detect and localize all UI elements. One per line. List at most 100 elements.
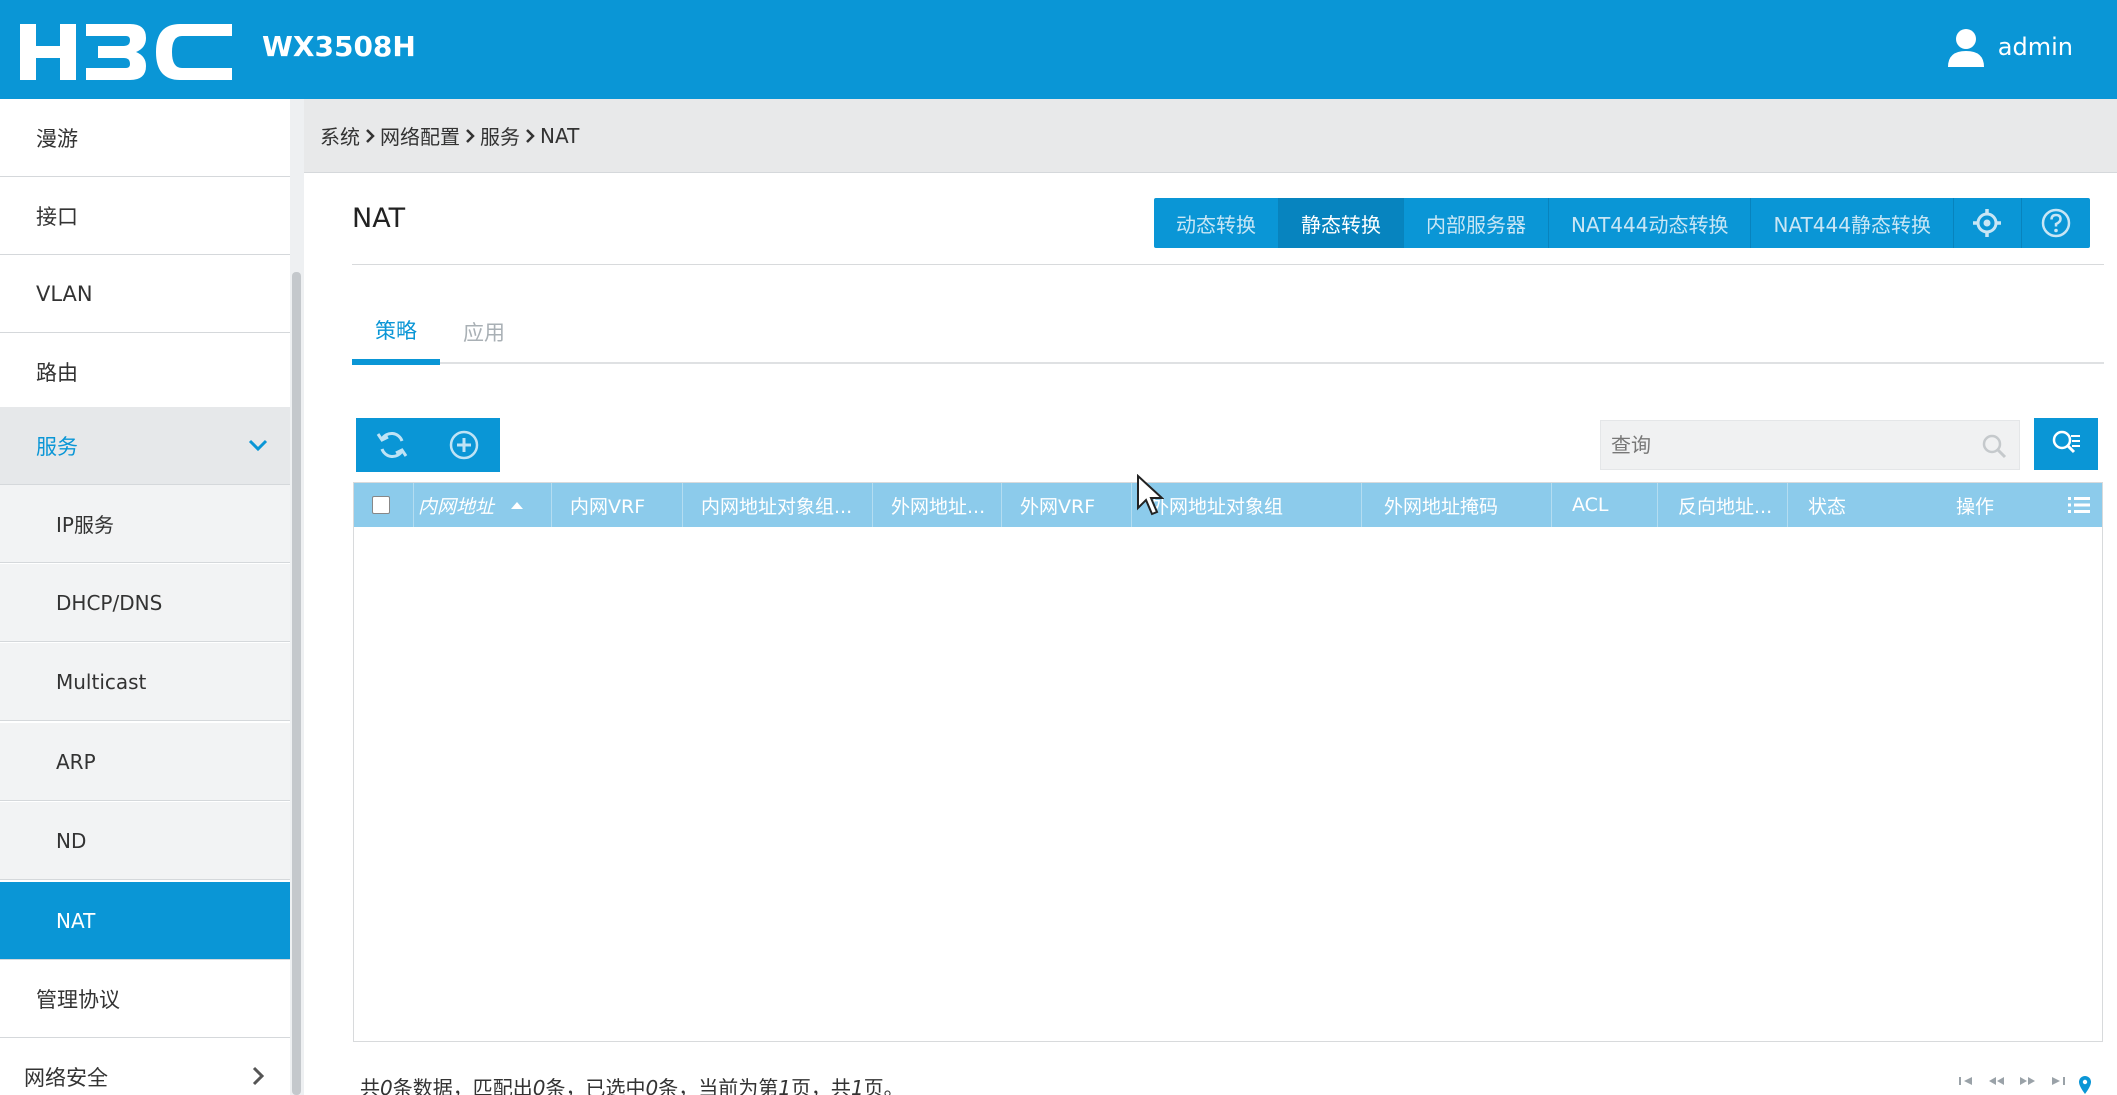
chevron-right-icon (366, 128, 375, 143)
search-icon[interactable] (1981, 433, 2007, 459)
column-header-outer-address-mask[interactable]: 外网地址掩码 (1362, 483, 1552, 527)
table-toolbar (356, 418, 500, 472)
chevron-right-icon (252, 1066, 265, 1086)
tab-bar: 策略 应用 (352, 300, 2104, 365)
gear-icon (1973, 209, 2002, 237)
prev-page-icon[interactable] (1986, 1074, 2008, 1088)
settings-button[interactable] (1954, 198, 2022, 248)
top-header: WX3508H admin (0, 0, 2117, 99)
column-label: 内网VRF (570, 495, 646, 518)
column-label: 内网地址对象组... (701, 495, 853, 518)
mouse-cursor-icon (1137, 474, 1164, 516)
column-label: 外网VRF (1020, 495, 1096, 518)
advanced-search-button[interactable] (2034, 418, 2098, 470)
sidebar-scrollbar-thumb[interactable] (292, 272, 301, 1095)
help-button[interactable] (2022, 198, 2090, 248)
breadcrumb-item-network-config[interactable]: 网络配置 (380, 121, 460, 150)
breadcrumb: 系统 网络配置 服务 NAT (304, 99, 2117, 173)
nat444-dynamic-button[interactable]: NAT444动态转换 (1549, 198, 1752, 248)
page-title: NAT (352, 203, 406, 234)
tab-policy[interactable]: 策略 (352, 300, 440, 365)
sidebar-item-label: NAT (56, 908, 96, 933)
column-settings-icon[interactable] (2066, 493, 2092, 517)
sidebar-item-label: Multicast (56, 669, 147, 694)
device-model: WX3508H (262, 30, 416, 63)
column-label: 内网地址 (418, 495, 495, 518)
dynamic-translation-button[interactable]: 动态转换 (1154, 198, 1279, 248)
sidebar-item-routing[interactable]: 路由 (0, 333, 290, 411)
first-page-icon[interactable] (1956, 1074, 1978, 1088)
chevron-right-icon (526, 128, 535, 143)
column-label: 外网地址... (891, 495, 986, 518)
sidebar-item-label: ARP (56, 749, 96, 774)
sidebar-item-roaming[interactable]: 漫游 (0, 99, 290, 177)
column-header-inner-address[interactable]: 内网地址 (414, 483, 552, 527)
sidebar-item-management-protocols[interactable]: 管理协议 (0, 960, 290, 1038)
nat-policy-table: 内网地址 内网VRF 内网地址对象组... 外网地址... 外网VRF 外网地址… (353, 482, 2103, 1042)
sidebar-item-label: IP服务 (56, 513, 114, 537)
breadcrumb-item-nat: NAT (540, 123, 580, 148)
column-header-inner-vrf[interactable]: 内网VRF (552, 483, 683, 527)
column-header-actions: 操作 (1956, 483, 2056, 527)
column-header-acl[interactable]: ACL (1552, 483, 1658, 527)
sidebar-item-dhcp-dns[interactable]: DHCP/DNS (0, 564, 290, 642)
refresh-button[interactable] (356, 418, 428, 472)
user-menu[interactable]: admin (1946, 27, 2073, 67)
table-header: 内网地址 内网VRF 内网地址对象组... 外网地址... 外网VRF 外网地址… (354, 483, 2102, 527)
search-box (1600, 420, 2020, 470)
user-icon (1947, 29, 1984, 67)
add-button[interactable] (428, 418, 500, 472)
next-page-icon[interactable] (2016, 1074, 2038, 1088)
column-header-outer-address[interactable]: 外网地址... (873, 483, 1002, 527)
nat-mode-buttons: 动态转换 静态转换 内部服务器 NAT444动态转换 NAT444静态转换 (1154, 198, 2090, 248)
breadcrumb-item-services[interactable]: 服务 (480, 121, 520, 150)
nat444-static-button[interactable]: NAT444静态转换 (1751, 198, 1954, 248)
sidebar-item-label: DHCP/DNS (56, 590, 163, 615)
title-divider (352, 264, 2104, 265)
pagination (1956, 1074, 2094, 1095)
sidebar-item-interface[interactable]: 接口 (0, 177, 290, 255)
select-all-cell (354, 483, 414, 527)
column-label: 操作 (1956, 495, 1995, 518)
column-header-outer-address-group[interactable]: 外网地址对象组 (1132, 483, 1362, 527)
column-label: 外网地址对象组 (1150, 495, 1284, 518)
column-header-outer-vrf[interactable]: 外网VRF (1002, 483, 1132, 527)
sidebar-item-label: 服务 (36, 434, 78, 459)
sidebar-item-nat[interactable]: NAT (0, 882, 290, 960)
advanced-search-icon (2052, 430, 2080, 454)
tab-application[interactable]: 应用 (440, 300, 528, 364)
sidebar-item-arp[interactable]: ARP (0, 723, 290, 801)
column-header-reverse-address[interactable]: 反向地址... (1658, 483, 1788, 527)
static-translation-button[interactable]: 静态转换 (1279, 198, 1404, 248)
sidebar-item-services[interactable]: 服务 (0, 407, 290, 485)
add-circle-icon (449, 430, 479, 460)
search-input[interactable] (1611, 427, 1961, 463)
sidebar-item-label: 接口 (36, 204, 78, 229)
column-header-status[interactable]: 状态 (1788, 483, 1956, 527)
sidebar-item-vlan[interactable]: VLAN (0, 255, 290, 333)
location-pin-icon[interactable] (2076, 1074, 2094, 1095)
column-label: ACL (1572, 494, 1609, 516)
help-icon (2041, 208, 2071, 238)
breadcrumb-item-system[interactable]: 系统 (320, 121, 360, 150)
refresh-icon (376, 432, 408, 458)
last-page-icon[interactable] (2046, 1074, 2068, 1088)
sidebar-item-label: 漫游 (36, 126, 78, 151)
sidebar-item-label: 管理协议 (36, 987, 120, 1012)
sidebar-item-network-security[interactable]: 网络安全 (0, 1038, 290, 1095)
select-all-checkbox[interactable] (372, 496, 390, 514)
sidebar-item-label: 路由 (36, 360, 78, 385)
column-label: 反向地址... (1678, 495, 1773, 518)
table-summary: 共0条数据，匹配出0条，已选中0条，当前为第1页，共1页。 (360, 1076, 904, 1095)
sidebar-item-nd[interactable]: ND (0, 802, 290, 880)
sidebar-item-multicast[interactable]: Multicast (0, 643, 290, 721)
internal-server-button[interactable]: 内部服务器 (1404, 198, 1549, 248)
column-header-inner-address-group[interactable]: 内网地址对象组... (683, 483, 873, 527)
sort-ascending-icon (511, 502, 524, 509)
column-label: 外网地址掩码 (1384, 495, 1499, 518)
username: admin (1997, 33, 2073, 61)
h3c-logo (20, 24, 232, 80)
chevron-down-icon (248, 439, 268, 452)
column-label: 状态 (1808, 495, 1847, 518)
sidebar-item-ip-services[interactable]: IP服务 (0, 485, 290, 563)
